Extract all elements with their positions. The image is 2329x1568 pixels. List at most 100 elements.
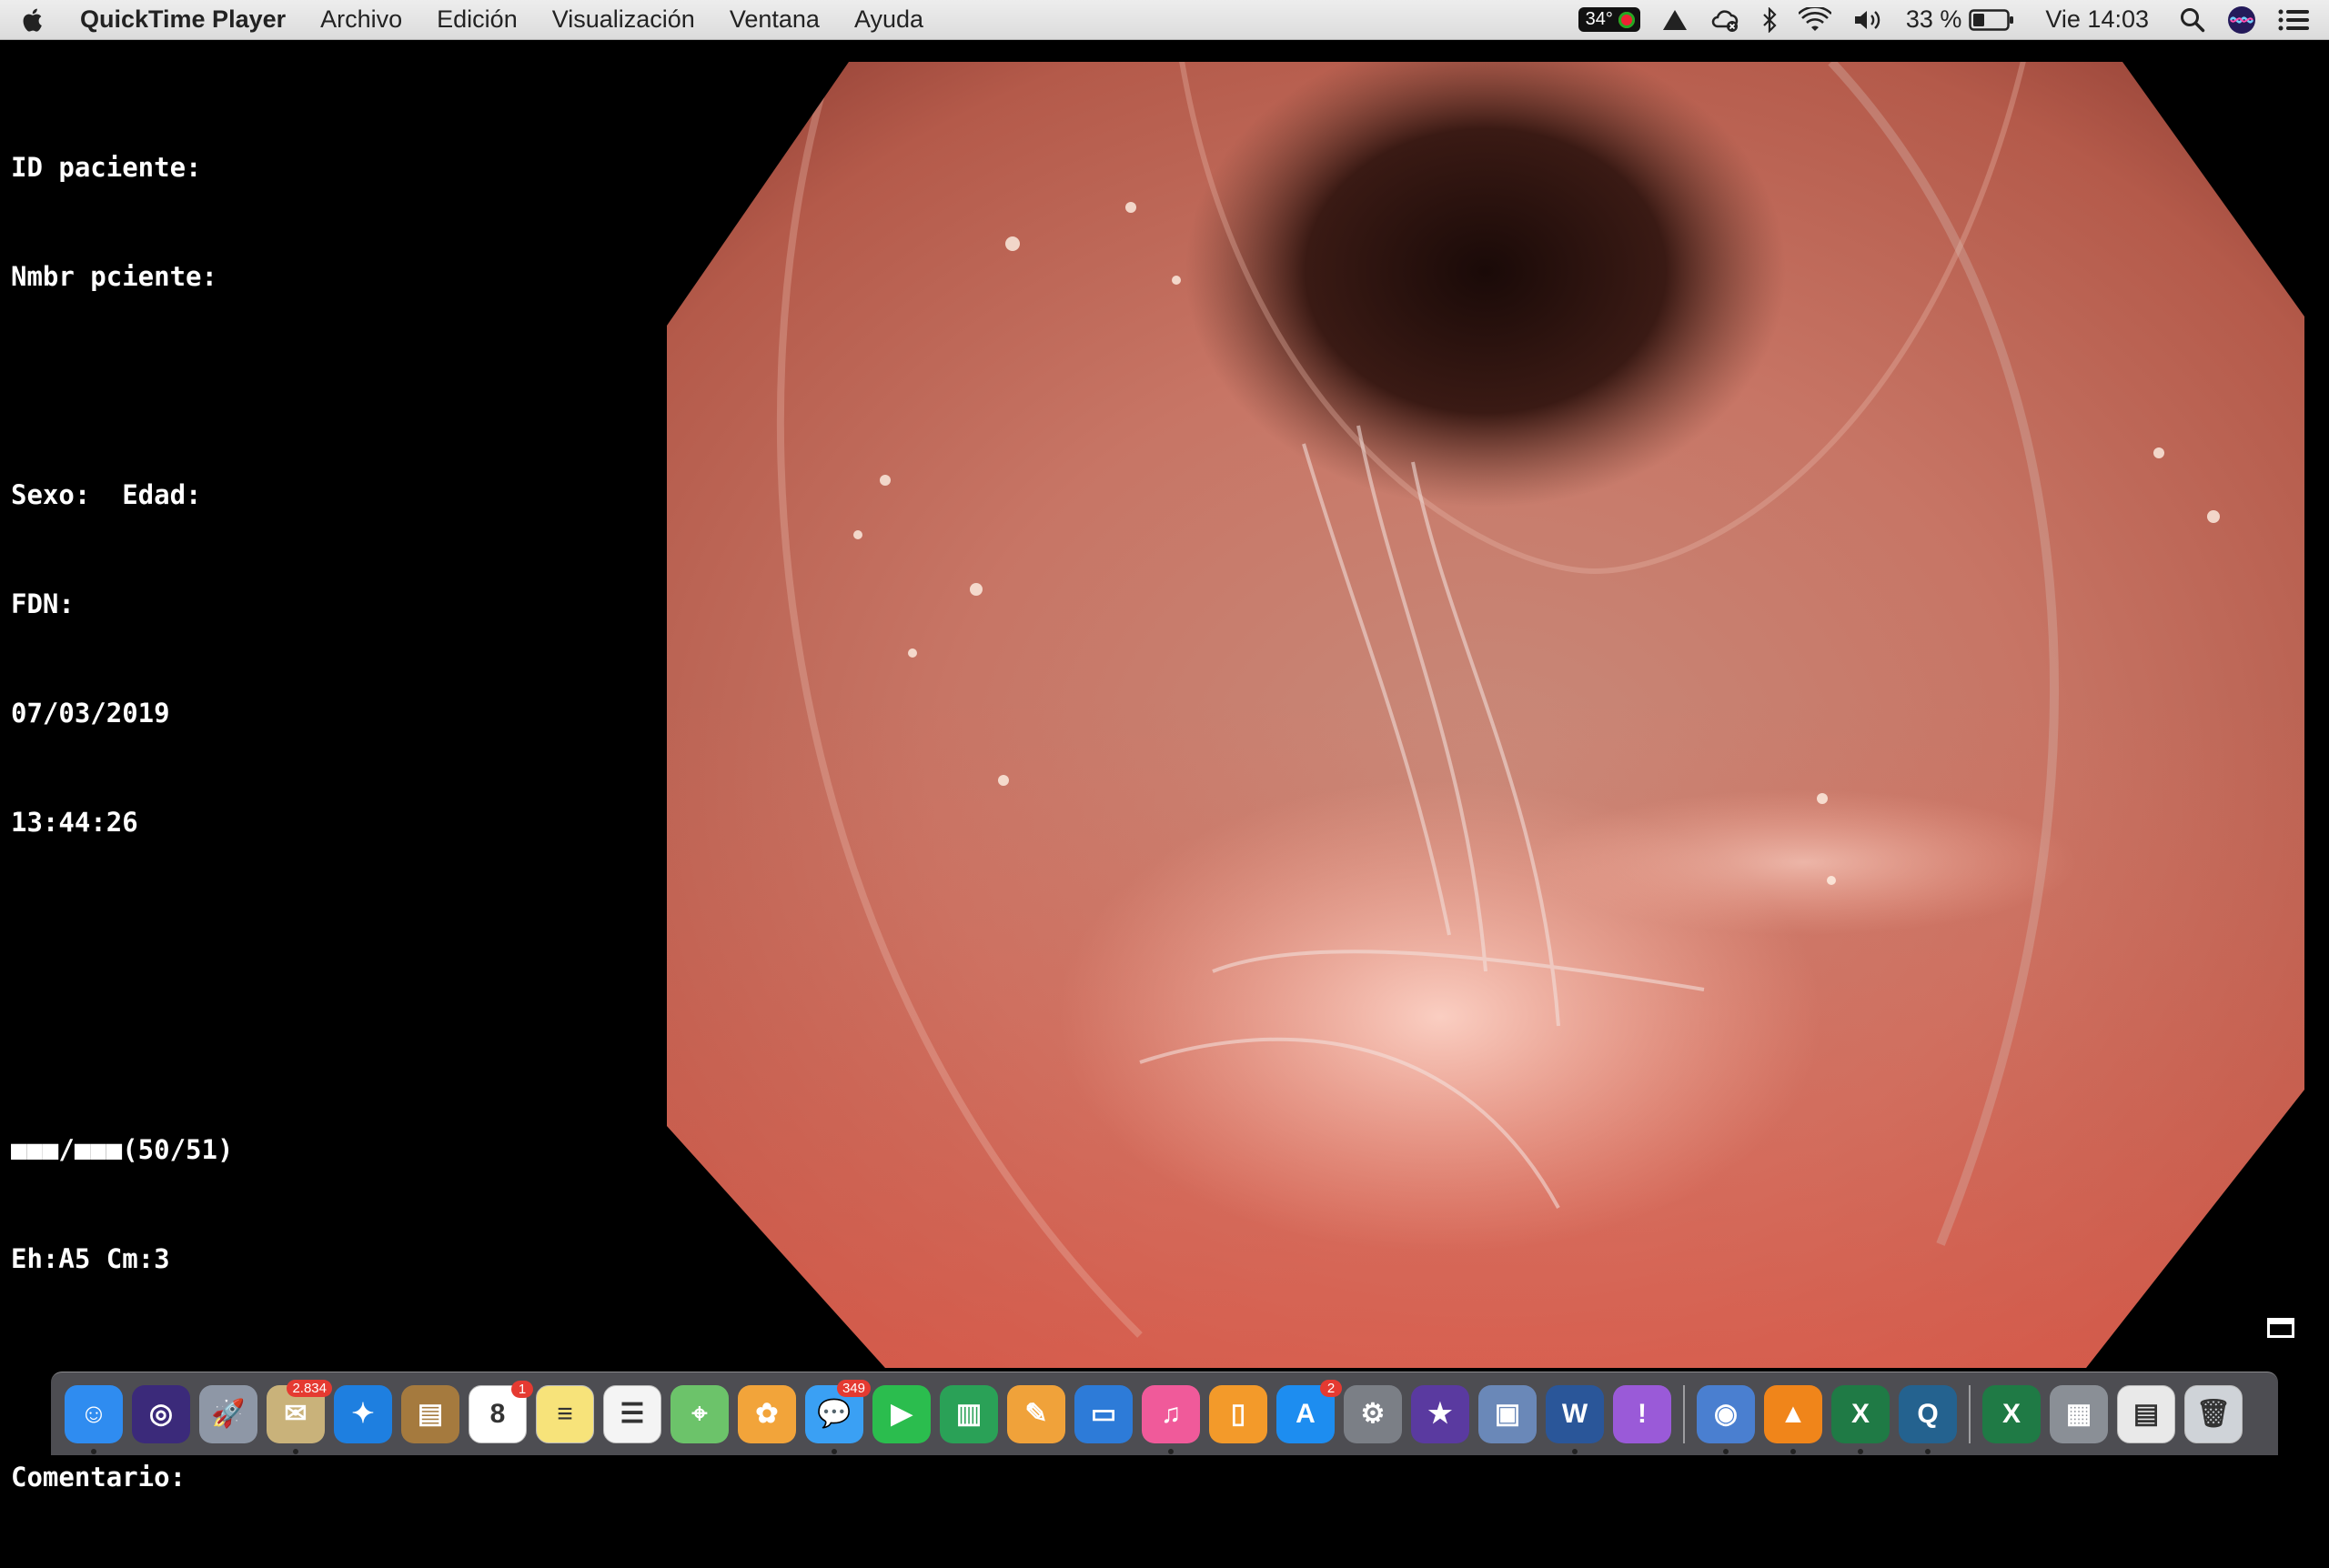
dock-network-globe-icon[interactable]: ◉ <box>1697 1384 1755 1454</box>
finder-glyph: ☺ <box>79 1398 108 1429</box>
dock-keynote-icon[interactable]: ▭ <box>1074 1384 1133 1443</box>
volume-icon[interactable] <box>1842 0 1895 39</box>
notification-center-icon[interactable] <box>2267 0 2329 39</box>
dock-word-icon[interactable]: W <box>1546 1384 1604 1454</box>
overlay-line-patient-name: Nmbr pciente: <box>11 261 217 292</box>
overlay-line-dob: FDN: <box>11 588 75 619</box>
menu-bar: QuickTime Player Archivo Edición Visuali… <box>0 0 2329 40</box>
dock-notes-icon[interactable]: ≡ <box>536 1384 594 1443</box>
siri-glyph: ◎ <box>148 1399 174 1429</box>
launchpad-glyph: 🚀 <box>211 1399 246 1429</box>
overlay-line-blank <box>11 1022 233 1059</box>
dock-siri-icon[interactable]: ◎ <box>132 1384 190 1443</box>
dock-photos-stack-icon[interactable]: ▦ <box>2050 1384 2108 1443</box>
overlay-line-comment: Comentario: <box>11 1462 187 1493</box>
word-glyph: W <box>1561 1398 1588 1429</box>
spreadsheet-stack-glyph: ▤ <box>2132 1399 2160 1429</box>
dock-system-preferences-icon[interactable]: ⚙ <box>1344 1384 1402 1443</box>
google-drive-icon[interactable] <box>1651 0 1699 39</box>
overlay-line-sex-age: Sexo: Edad: <box>11 479 202 510</box>
battery-percent: 33 % <box>1905 5 1962 33</box>
numbers-glyph: ▥ <box>955 1399 983 1429</box>
dock-trash-icon[interactable]: 🗑 <box>2184 1384 2243 1443</box>
dock-excel-icon[interactable]: X <box>1831 1384 1890 1454</box>
mail-eagle-glyph: ✉ <box>284 1399 308 1429</box>
menu-visualizacion[interactable]: Visualización <box>535 5 712 34</box>
bluetooth-icon[interactable] <box>1751 0 1788 39</box>
menu-ayuda[interactable]: Ayuda <box>837 5 941 34</box>
running-indicator <box>1723 1448 1729 1454</box>
dock-finder-icon[interactable]: ☺ <box>65 1384 123 1454</box>
preview-glyph: ▣ <box>1494 1399 1521 1429</box>
reminders-glyph: ☰ <box>620 1399 645 1429</box>
trash-glyph: 🗑 <box>2195 1399 2232 1429</box>
running-indicator <box>91 1448 96 1454</box>
app-store-glyph: A <box>1296 1398 1316 1429</box>
dock-vlc-icon[interactable]: ▲ <box>1764 1384 1822 1454</box>
clock[interactable]: Vie 14:03 <box>2025 0 2169 39</box>
overlay-line-blank <box>11 367 233 404</box>
excel-doc-glyph: X <box>2001 1398 2021 1429</box>
running-indicator <box>1858 1448 1863 1454</box>
dock-excel-doc-icon[interactable]: X <box>1982 1384 2041 1443</box>
cloud-sync-icon[interactable] <box>1699 0 1751 39</box>
dock-app-store-icon[interactable]: A2 <box>1276 1379 1342 1443</box>
dock-calendar-icon[interactable]: 81 <box>469 1380 533 1443</box>
dock: ☺ ◎ 🚀 ✉ 2.834 ✦ ▤ 8 1 ≡ ☰ ⌖ ✿ 💬 349 ▶ ▥ ✎ ▭ ♫ ▯ A 2 ⚙ ★ ▣ W! ◉ ▲ X Q X ▦… <box>51 1372 2278 1455</box>
network-globe-glyph: ◉ <box>1713 1399 1739 1429</box>
apple-icon[interactable] <box>0 7 64 33</box>
itunes-glyph: ♫ <box>1160 1398 1182 1429</box>
dock-safari-icon[interactable]: ✦ <box>334 1384 392 1443</box>
dock-spreadsheet-stack-icon[interactable]: ▤ <box>2117 1384 2175 1443</box>
running-indicator <box>293 1448 298 1454</box>
app-menu-quicktime[interactable]: QuickTime Player <box>64 5 303 34</box>
notification-badge: 2 <box>1320 1379 1342 1397</box>
quicktime-glyph: Q <box>1917 1398 1939 1429</box>
wifi-icon[interactable] <box>1788 0 1842 39</box>
dock-separator <box>1683 1384 1685 1443</box>
overlay-line-image-counter: ■■■/■■■(50/51) <box>11 1134 234 1165</box>
dock-preview-icon[interactable]: ▣ <box>1478 1384 1537 1443</box>
dock-imovie-icon[interactable]: ★ <box>1411 1384 1469 1443</box>
dock-reminders-icon[interactable]: ☰ <box>603 1384 661 1443</box>
menu-ventana[interactable]: Ventana <box>712 5 837 34</box>
system-preferences-glyph: ⚙ <box>1360 1399 1386 1429</box>
imovie-glyph: ★ <box>1427 1399 1453 1429</box>
notes-glyph: ≡ <box>557 1398 573 1429</box>
dock-launchpad-icon[interactable]: 🚀 <box>199 1384 257 1443</box>
feedback-glyph: ! <box>1638 1398 1647 1429</box>
temperature-status[interactable]: 34° <box>1568 0 1651 39</box>
dock-mail-eagle-icon[interactable]: ✉ 2.834 <box>267 1379 332 1454</box>
notification-badge: 349 <box>836 1379 871 1397</box>
dock-maps-icon[interactable]: ⌖ <box>670 1384 729 1443</box>
dock-photos-icon[interactable]: ✿ <box>738 1384 796 1443</box>
facetime-glyph: ▶ <box>891 1399 912 1429</box>
menu-archivo[interactable]: Archivo <box>303 5 419 34</box>
excel-glyph: X <box>1850 1398 1870 1429</box>
overlay-line-blank <box>11 913 233 950</box>
safari-glyph: ✦ <box>351 1399 375 1429</box>
dock-quicktime-icon[interactable]: Q <box>1899 1384 1957 1454</box>
dock-pages-doc-icon[interactable]: ✎ <box>1007 1384 1065 1443</box>
running-indicator <box>1925 1448 1931 1454</box>
dock-contacts-icon[interactable]: ▤ <box>401 1384 459 1443</box>
fullscreen-toggle-icon[interactable] <box>2267 1318 2294 1338</box>
siri-icon[interactable] <box>2216 0 2267 39</box>
spotlight-search-icon[interactable] <box>2169 0 2216 39</box>
temperature-indicator-icon <box>1618 11 1635 28</box>
dock-books-icon[interactable]: ▯ <box>1209 1384 1267 1443</box>
vlc-glyph: ▲ <box>1780 1398 1807 1429</box>
books-glyph: ▯ <box>1230 1399 1246 1429</box>
dock-feedback-icon[interactable]: ! <box>1613 1384 1671 1443</box>
battery-status[interactable]: 33 % <box>1895 0 2026 39</box>
running-indicator <box>1572 1448 1578 1454</box>
dock-messages-icon[interactable]: 💬 349 <box>805 1379 871 1454</box>
menu-edicion[interactable]: Edición <box>419 5 535 34</box>
endoscopy-image <box>667 62 2304 1368</box>
keynote-glyph: ▭ <box>1090 1399 1117 1429</box>
dock-numbers-icon[interactable]: ▥ <box>940 1384 998 1443</box>
photos-stack-glyph: ▦ <box>2065 1399 2092 1429</box>
dock-itunes-icon[interactable]: ♫ <box>1142 1384 1200 1454</box>
dock-facetime-icon[interactable]: ▶ <box>872 1384 931 1443</box>
video-player-area[interactable]: ID paciente: Nmbr pciente: Sexo: Edad: F… <box>0 40 2329 1493</box>
